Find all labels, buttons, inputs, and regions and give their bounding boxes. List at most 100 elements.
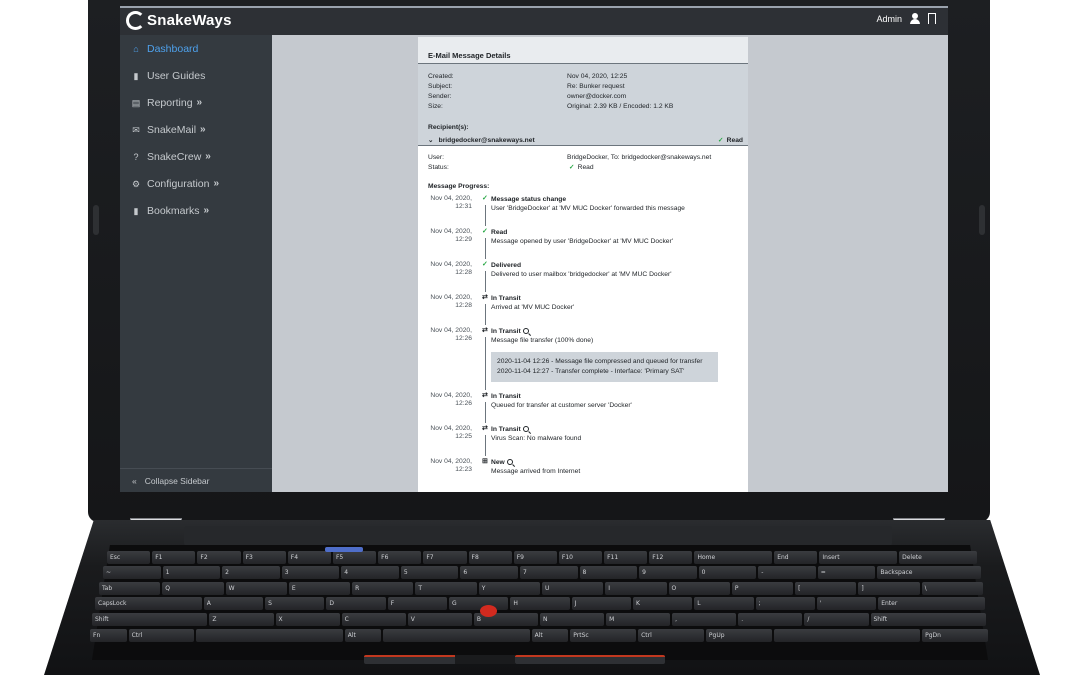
key[interactable]: . [738, 613, 803, 626]
key[interactable] [383, 629, 530, 642]
key[interactable]: F2 [197, 551, 241, 564]
key[interactable]: Q [162, 582, 224, 595]
collapse-chevron-icon[interactable]: ⌄ [428, 136, 434, 144]
key[interactable]: O [668, 582, 730, 595]
key[interactable]: 4 [341, 566, 399, 579]
key[interactable]: Ctrl [128, 629, 195, 642]
search-icon[interactable] [506, 459, 513, 465]
key[interactable]: 3 [281, 566, 340, 579]
sidebar-item-snakemail[interactable]: ✉ SnakeMail» [120, 116, 272, 143]
key[interactable]: Shift [870, 613, 986, 626]
key[interactable]: / [804, 613, 869, 626]
key[interactable]: F8 [468, 551, 512, 564]
key[interactable] [773, 629, 921, 642]
search-icon[interactable] [522, 328, 529, 334]
key[interactable]: ' [816, 597, 877, 610]
key[interactable]: F4 [287, 551, 331, 564]
key[interactable]: F [387, 597, 448, 610]
app-logo[interactable]: SnakeWays [126, 11, 232, 30]
key[interactable]: Tab [99, 582, 161, 595]
key[interactable]: \ [921, 582, 983, 595]
key[interactable]: PgDn [922, 629, 988, 642]
thinkvantage-button[interactable] [325, 547, 363, 552]
key[interactable]: 8 [579, 566, 638, 579]
key[interactable]: Z [209, 613, 274, 626]
key[interactable]: F6 [378, 551, 422, 564]
key[interactable]: CapsLock [95, 597, 202, 610]
key[interactable]: T [415, 582, 477, 595]
key[interactable]: F7 [423, 551, 467, 564]
bookmark-icon[interactable] [928, 13, 936, 24]
right-click-button[interactable] [515, 655, 665, 664]
key[interactable]: 2 [222, 566, 280, 579]
key[interactable]: Ctrl [638, 629, 704, 642]
key[interactable]: 7 [519, 566, 578, 579]
key[interactable] [196, 629, 343, 642]
username[interactable]: Admin [876, 14, 902, 24]
key[interactable]: A [203, 597, 264, 610]
key[interactable]: [ [795, 582, 857, 595]
key[interactable]: 9 [639, 566, 697, 579]
key[interactable]: G [449, 597, 509, 610]
key[interactable]: Alt [531, 629, 569, 642]
key[interactable]: PrtSc [570, 629, 637, 642]
key[interactable]: X [275, 613, 340, 626]
sidebar-item-user-guides[interactable]: ▮ User Guides [120, 62, 272, 89]
key[interactable]: R [352, 582, 414, 595]
recipient-row[interactable]: ⌄ bridgedocker@snakeways.net ✓ Read [418, 135, 748, 146]
key[interactable]: M [606, 613, 671, 626]
key[interactable]: Alt [344, 629, 382, 642]
key[interactable]: J [571, 597, 631, 610]
sidebar-item-dashboard[interactable]: ⌂ Dashboard [120, 35, 272, 62]
key[interactable]: V [407, 613, 472, 626]
sidebar-item-bookmarks[interactable]: ▮ Bookmarks» [120, 197, 272, 224]
key[interactable]: L [694, 597, 754, 610]
key[interactable]: Backspace [877, 566, 981, 579]
key[interactable]: Enter [878, 597, 985, 610]
key[interactable]: F5 [332, 551, 377, 564]
key[interactable]: Y [478, 582, 540, 595]
key[interactable]: N [539, 613, 605, 626]
middle-click-button[interactable] [455, 655, 515, 664]
key[interactable]: - [758, 566, 816, 579]
sidebar-item-snakecrew[interactable]: ? SnakeCrew» [120, 143, 272, 170]
key[interactable]: Delete [899, 551, 977, 564]
key[interactable]: 6 [460, 566, 518, 579]
key[interactable]: PgUp [705, 629, 772, 642]
key[interactable]: F11 [604, 551, 648, 564]
key[interactable]: Esc [107, 551, 151, 564]
user-icon[interactable] [910, 13, 920, 24]
sidebar-item-reporting[interactable]: ▤ Reporting» [120, 89, 272, 116]
key[interactable]: D [326, 597, 386, 610]
key[interactable]: C [341, 613, 406, 626]
key[interactable]: Insert [819, 551, 898, 564]
key[interactable]: ] [858, 582, 920, 595]
key[interactable]: E [288, 582, 351, 595]
trackpoint[interactable] [480, 605, 497, 617]
key[interactable]: F3 [242, 551, 286, 564]
key[interactable]: S [265, 597, 325, 610]
sidebar-item-configuration[interactable]: ⚙ Configuration» [120, 170, 272, 197]
search-icon[interactable] [522, 426, 529, 432]
key[interactable]: End [774, 551, 818, 564]
key[interactable]: W [225, 582, 287, 595]
key[interactable]: F12 [649, 551, 693, 564]
key[interactable]: F1 [152, 551, 196, 564]
key[interactable]: Home [694, 551, 773, 564]
key[interactable]: Shift [92, 613, 208, 626]
key[interactable]: 5 [400, 566, 459, 579]
key[interactable]: U [541, 582, 604, 595]
key[interactable]: ; [755, 597, 815, 610]
key[interactable]: = [817, 566, 876, 579]
key[interactable]: P [731, 582, 794, 595]
key[interactable]: F9 [513, 551, 557, 564]
key[interactable]: K [632, 597, 693, 610]
collapse-sidebar-button[interactable]: « Collapse Sidebar [120, 468, 272, 492]
key[interactable]: H [510, 597, 570, 610]
key[interactable]: , [672, 613, 737, 626]
key[interactable]: I [605, 582, 667, 595]
key[interactable]: Fn [90, 629, 127, 642]
key[interactable]: ~ [103, 566, 161, 579]
key[interactable]: 0 [698, 566, 757, 579]
key[interactable]: F10 [558, 551, 603, 564]
